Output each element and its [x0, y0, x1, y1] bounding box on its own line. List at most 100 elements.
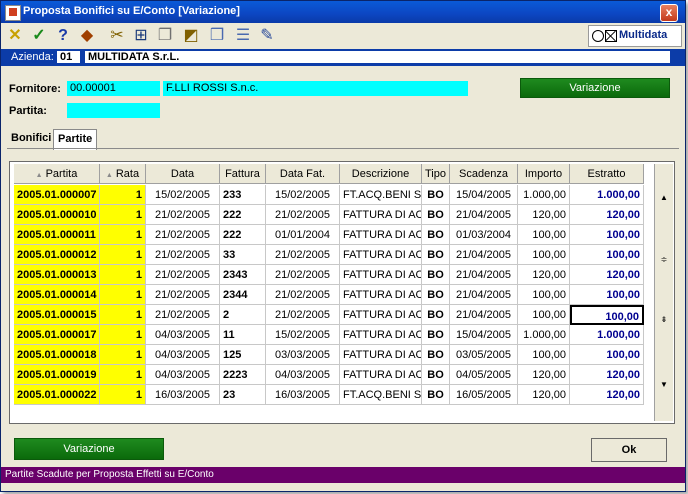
variazione-bottom-button[interactable]: Variazione	[14, 438, 164, 460]
copy-icon[interactable]: ❐	[155, 26, 175, 46]
cell-importo[interactable]: 1.000,00	[518, 185, 570, 205]
cell-fattura[interactable]: 33	[220, 245, 266, 265]
cell-tipo[interactable]: BO	[422, 345, 450, 365]
cell-importo[interactable]: 100,00	[518, 285, 570, 305]
ok-button[interactable]: Ok	[591, 438, 667, 462]
cell-importo[interactable]: 120,00	[518, 385, 570, 405]
cell-data[interactable]: 16/03/2005	[146, 385, 220, 405]
cell-descrizione[interactable]: FT.ACQ.BENI ST	[340, 385, 422, 405]
cell-descrizione[interactable]: FATTURA DI AC	[340, 265, 422, 285]
cell-fattura[interactable]: 11	[220, 325, 266, 345]
cell-descrizione[interactable]: FATTURA DI AC	[340, 245, 422, 265]
cell-fattura[interactable]: 2343	[220, 265, 266, 285]
cell-fattura[interactable]: 2344	[220, 285, 266, 305]
cell-partita[interactable]: 2005.01.000013	[14, 265, 100, 285]
cell-descrizione[interactable]: FATTURA DI AC	[340, 345, 422, 365]
cell-data[interactable]: 04/03/2005	[146, 345, 220, 365]
cell-scadenza[interactable]: 21/04/2005	[450, 205, 518, 225]
cell-data-fat[interactable]: 21/02/2005	[266, 205, 340, 225]
column-header-importo[interactable]: Importo	[518, 164, 570, 184]
cell-data-fat[interactable]: 16/03/2005	[266, 385, 340, 405]
cell-descrizione[interactable]: FT.ACQ.BENI ST	[340, 185, 422, 205]
cell-rata[interactable]: 1	[100, 185, 146, 205]
cell-descrizione[interactable]: FATTURA DI AC	[340, 325, 422, 345]
column-header-data[interactable]: Data	[146, 164, 220, 184]
cell-importo[interactable]: 100,00	[518, 305, 570, 325]
scroll-page-up-icon[interactable]: ≑	[655, 254, 673, 266]
cell-rata[interactable]: 1	[100, 225, 146, 245]
cell-scadenza[interactable]: 04/05/2005	[450, 365, 518, 385]
cell-importo[interactable]: 1.000,00	[518, 325, 570, 345]
cell-data[interactable]: 21/02/2005	[146, 265, 220, 285]
column-header-scadenza[interactable]: Scadenza	[450, 164, 518, 184]
cell-scadenza[interactable]: 21/04/2005	[450, 265, 518, 285]
cell-fattura[interactable]: 2223	[220, 365, 266, 385]
cell-data[interactable]: 21/02/2005	[146, 245, 220, 265]
cell-importo[interactable]: 100,00	[518, 245, 570, 265]
cell-tipo[interactable]: BO	[422, 365, 450, 385]
cell-descrizione[interactable]: FATTURA DI AC	[340, 365, 422, 385]
partita-field[interactable]	[67, 103, 160, 118]
column-header-data-fat[interactable]: Data Fat.	[266, 164, 340, 184]
cell-estratto[interactable]: 100,00	[570, 225, 644, 245]
cell-rata[interactable]: 1	[100, 345, 146, 365]
cell-data-fat[interactable]: 21/02/2005	[266, 265, 340, 285]
cell-importo[interactable]: 120,00	[518, 265, 570, 285]
cell-data-fat[interactable]: 15/02/2005	[266, 325, 340, 345]
cell-tipo[interactable]: BO	[422, 185, 450, 205]
cell-estratto[interactable]: 120,00	[570, 365, 644, 385]
cell-data[interactable]: 04/03/2005	[146, 325, 220, 345]
cell-tipo[interactable]: BO	[422, 265, 450, 285]
cell-estratto[interactable]: 120,00	[570, 265, 644, 285]
cell-fattura[interactable]: 222	[220, 205, 266, 225]
cell-data[interactable]: 04/03/2005	[146, 365, 220, 385]
cell-importo[interactable]: 120,00	[518, 365, 570, 385]
cell-scadenza[interactable]: 15/04/2005	[450, 185, 518, 205]
cell-scadenza[interactable]: 21/04/2005	[450, 305, 518, 325]
cell-partita[interactable]: 2005.01.000012	[14, 245, 100, 265]
cell-estratto[interactable]: 100,00	[570, 305, 644, 325]
cell-rata[interactable]: 1	[100, 385, 146, 405]
cell-partita[interactable]: 2005.01.000014	[14, 285, 100, 305]
cell-rata[interactable]: 1	[100, 205, 146, 225]
cancel-icon[interactable]: ✕	[5, 26, 25, 46]
cell-tipo[interactable]: BO	[422, 245, 450, 265]
cell-tipo[interactable]: BO	[422, 385, 450, 405]
cell-descrizione[interactable]: FATTURA DI AC	[340, 225, 422, 245]
cell-descrizione[interactable]: FATTURA DI AC	[340, 285, 422, 305]
cell-rata[interactable]: 1	[100, 265, 146, 285]
scroll-down-icon[interactable]: ▼	[655, 379, 673, 391]
column-header-fattura[interactable]: Fattura	[220, 164, 266, 184]
scroll-up-icon[interactable]: ▲	[655, 192, 673, 204]
cell-estratto[interactable]: 100,00	[570, 345, 644, 365]
column-header-tipo[interactable]: Tipo	[422, 164, 450, 184]
cell-data-fat[interactable]: 21/02/2005	[266, 245, 340, 265]
cell-estratto[interactable]: 120,00	[570, 205, 644, 225]
cell-fattura[interactable]: 2	[220, 305, 266, 325]
cell-data-fat[interactable]: 21/02/2005	[266, 285, 340, 305]
cell-fattura[interactable]: 23	[220, 385, 266, 405]
cell-partita[interactable]: 2005.01.000010	[14, 205, 100, 225]
scroll-page-down-icon[interactable]: ⇟	[655, 314, 673, 326]
cell-estratto[interactable]: 100,00	[570, 245, 644, 265]
cell-data-fat[interactable]: 15/02/2005	[266, 185, 340, 205]
cell-estratto[interactable]: 100,00	[570, 285, 644, 305]
fornitore-code-field[interactable]: 00.00001	[67, 81, 160, 96]
column-header-descrizione[interactable]: Descrizione	[340, 164, 422, 184]
column-header-estratto[interactable]: Estratto	[570, 164, 644, 184]
cell-descrizione[interactable]: FATTURA DI AC	[340, 205, 422, 225]
confirm-icon[interactable]: ✓	[29, 26, 49, 46]
cell-fattura[interactable]: 233	[220, 185, 266, 205]
cell-scadenza[interactable]: 15/04/2005	[450, 325, 518, 345]
cell-data[interactable]: 15/02/2005	[146, 185, 220, 205]
cell-partita[interactable]: 2005.01.000011	[14, 225, 100, 245]
cell-estratto[interactable]: 120,00	[570, 385, 644, 405]
cell-data[interactable]: 21/02/2005	[146, 285, 220, 305]
cell-rata[interactable]: 1	[100, 305, 146, 325]
cell-importo[interactable]: 100,00	[518, 225, 570, 245]
cell-descrizione[interactable]: FATTURA DI AC	[340, 305, 422, 325]
cell-estratto[interactable]: 1.000,00	[570, 325, 644, 345]
cell-data-fat[interactable]: 03/03/2005	[266, 345, 340, 365]
cell-rata[interactable]: 1	[100, 245, 146, 265]
cell-data-fat[interactable]: 01/01/2004	[266, 225, 340, 245]
